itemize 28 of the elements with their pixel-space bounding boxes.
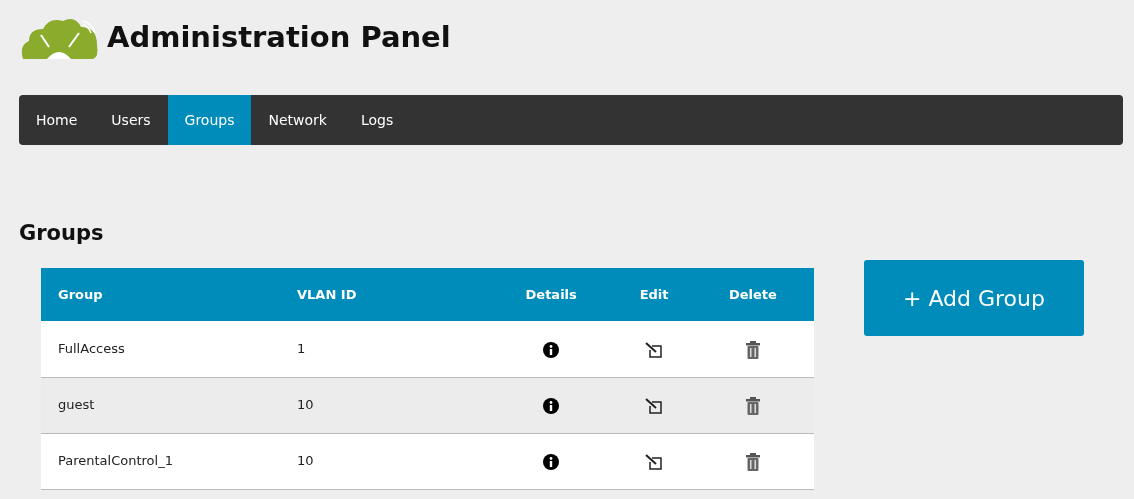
edit-icon[interactable] xyxy=(645,453,664,470)
info-icon[interactable] xyxy=(543,397,560,414)
table-cell: guest xyxy=(58,397,95,413)
trash-icon[interactable] xyxy=(745,340,760,359)
table-cell: 1 xyxy=(297,341,306,356)
nav-tab[interactable]: Network xyxy=(251,95,344,145)
table-cell: 10 xyxy=(297,397,314,413)
edit-icon[interactable] xyxy=(645,397,664,414)
info-icon[interactable] xyxy=(543,453,560,470)
nav-tab[interactable]: Home xyxy=(19,95,95,145)
table-cell: 10 xyxy=(297,453,314,469)
add-group-button[interactable]: + Add Group xyxy=(864,260,1084,336)
column-header: Details xyxy=(525,286,577,302)
table-cell: ParentalControl_1 xyxy=(58,453,173,469)
column-header: VLAN ID xyxy=(297,286,357,302)
nav-tab[interactable]: Users xyxy=(94,95,168,145)
column-header: Edit xyxy=(639,286,669,302)
edit-icon[interactable] xyxy=(645,341,664,358)
app-title: Administration Panel xyxy=(107,22,451,52)
nav-tab[interactable]: Groups xyxy=(167,95,252,145)
section-title: Groups xyxy=(19,223,105,244)
trash-icon[interactable] xyxy=(745,452,760,471)
info-icon[interactable] xyxy=(543,341,560,358)
table-cell: FullAccess xyxy=(58,341,125,356)
column-header: Delete xyxy=(728,286,777,302)
column-header: Group xyxy=(58,286,103,302)
nav-tab[interactable]: Logs xyxy=(343,95,411,145)
trash-icon[interactable] xyxy=(745,396,760,415)
